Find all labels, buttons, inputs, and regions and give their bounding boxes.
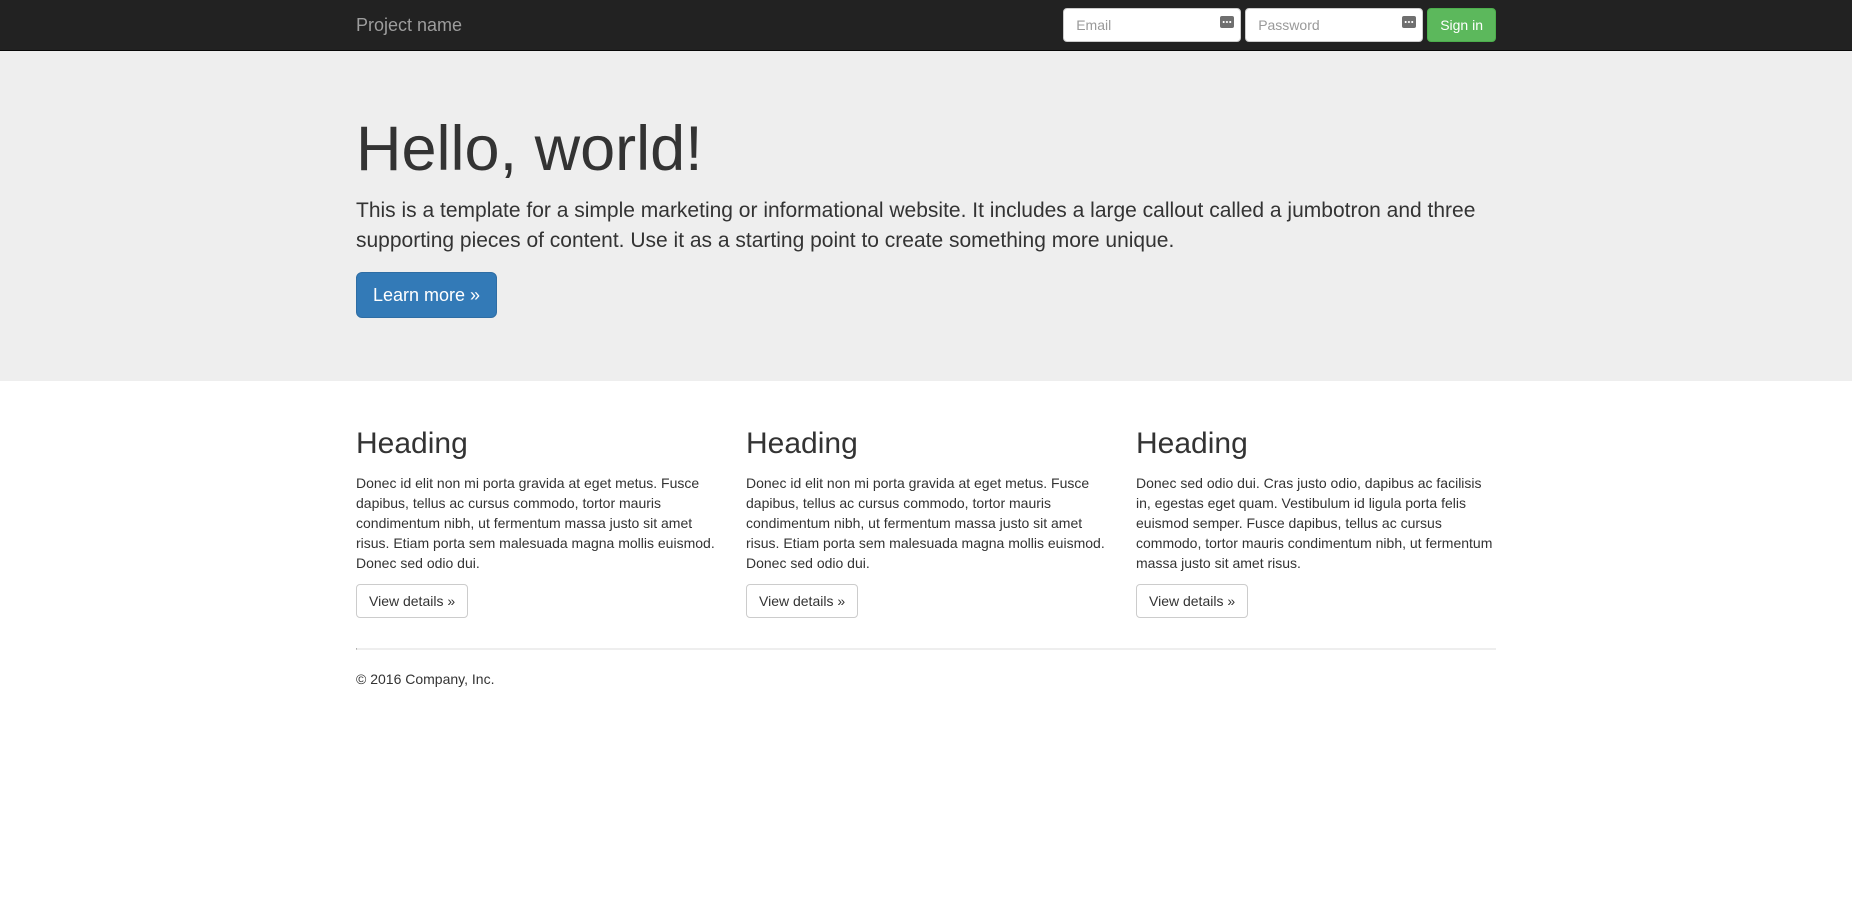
column-heading: Heading: [746, 427, 858, 460]
footer-divider: [356, 648, 1496, 650]
password-manager-key-icon[interactable]: [1220, 16, 1235, 28]
signin-form: Sign in: [1063, 8, 1496, 42]
column-text: Donec id elit non mi porta gravida at eg…: [746, 475, 1105, 571]
password-field-wrapper: [1245, 8, 1424, 42]
learn-more-button[interactable]: Learn more »: [356, 272, 498, 318]
column-heading: Heading: [356, 427, 468, 460]
password-input[interactable]: [1246, 9, 1423, 41]
view-details-button[interactable]: View details »: [356, 584, 469, 618]
column-heading: Heading: [1136, 427, 1248, 460]
view-details-button[interactable]: View details »: [1136, 584, 1249, 618]
navbar-container: Project name Sign in: [356, 0, 1496, 50]
view-details-button[interactable]: View details »: [746, 584, 859, 618]
brand-link[interactable]: Project name: [356, 13, 462, 37]
footer-copyright: © 2016 Company, Inc.: [356, 671, 495, 687]
email-field-wrapper: [1063, 8, 1242, 42]
column-text: Donec sed odio dui. Cras justo odio, dap…: [1136, 475, 1493, 571]
jumbotron-title: Hello, world!: [356, 114, 703, 184]
password-manager-key-icon[interactable]: [1402, 16, 1417, 28]
jumbotron: Hello, world! This is a template for a s…: [0, 51, 1852, 381]
column-text: Donec id elit non mi porta gravida at eg…: [356, 475, 715, 571]
top-navbar: Project name Sign in: [0, 0, 1852, 51]
jumbotron-text: This is a template for a simple marketin…: [356, 199, 1476, 252]
signin-button[interactable]: Sign in: [1427, 8, 1496, 42]
email-input[interactable]: [1064, 9, 1241, 41]
